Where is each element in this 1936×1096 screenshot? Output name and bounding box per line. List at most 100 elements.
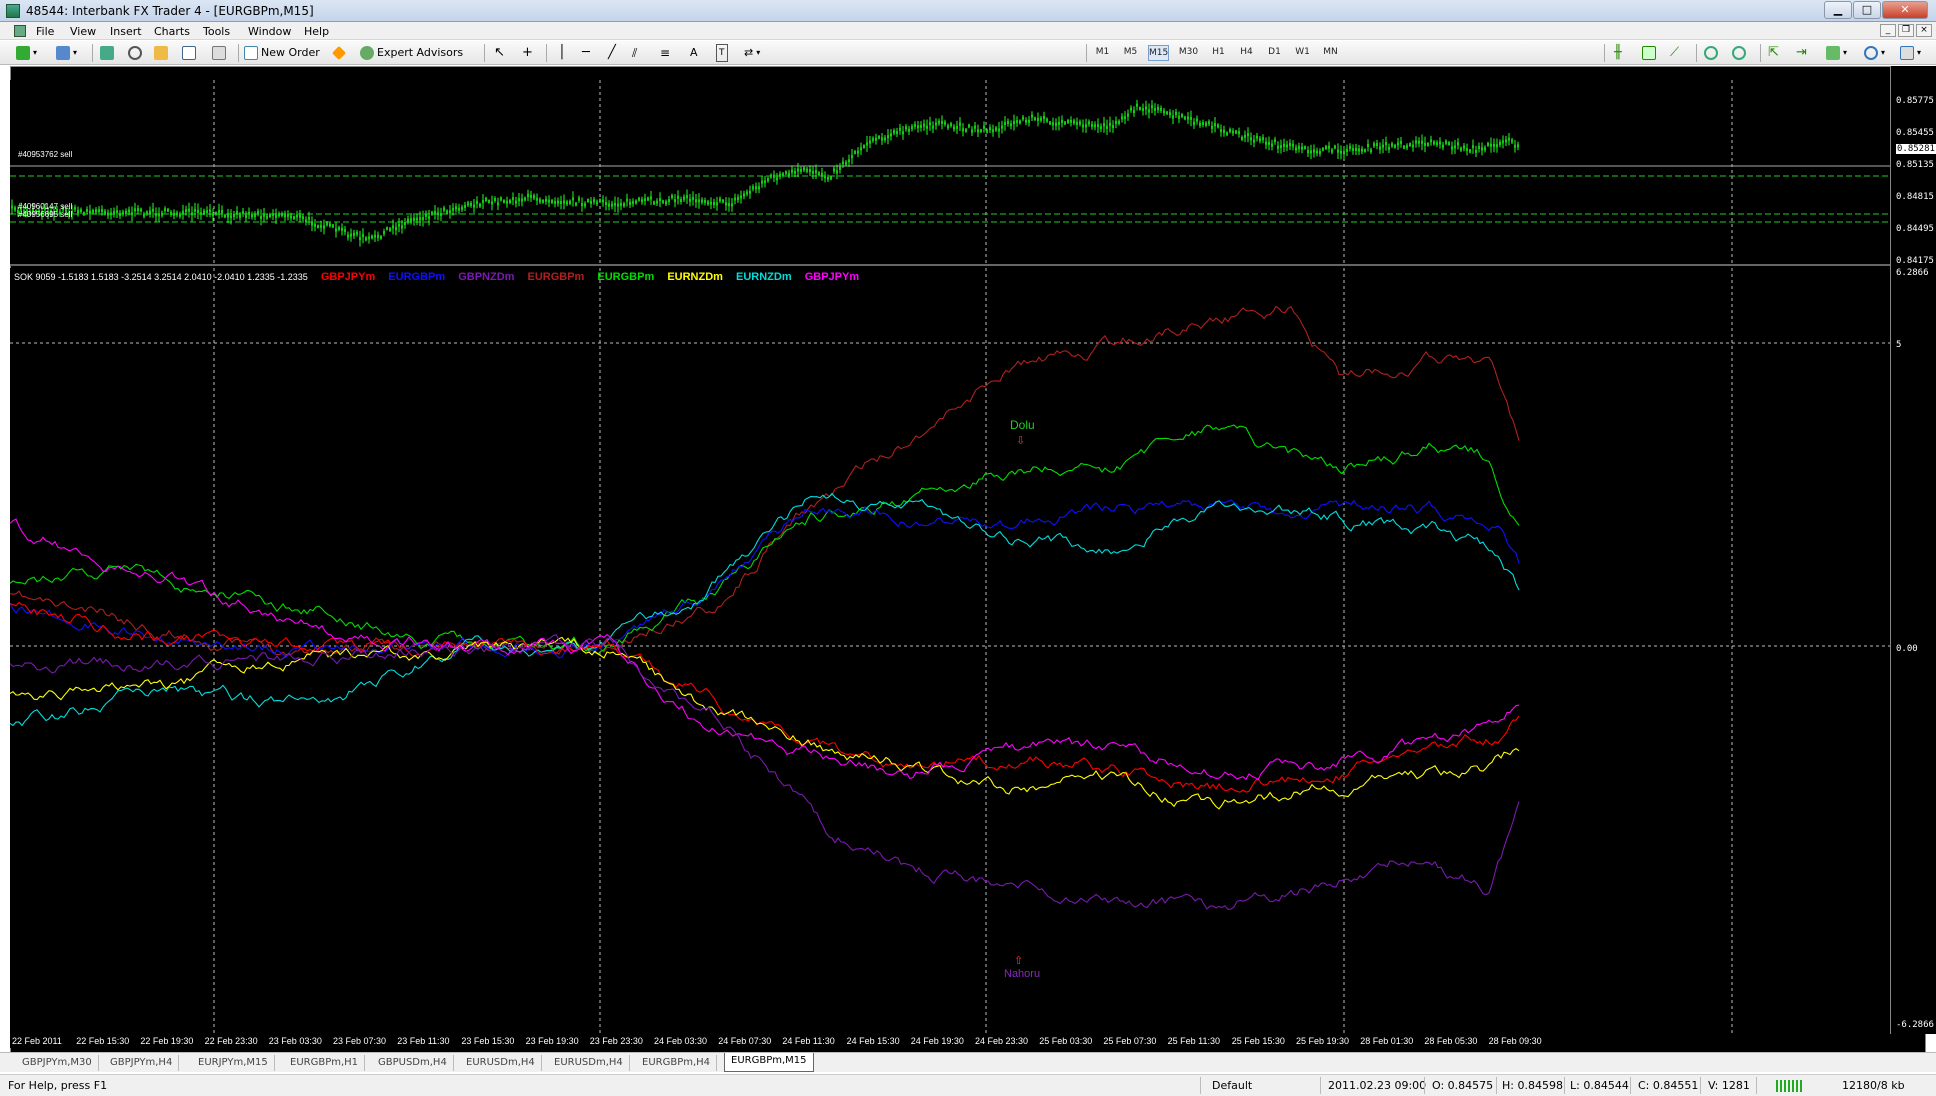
- cursor-tool[interactable]: ↖: [494, 44, 505, 62]
- profiles-button[interactable]: ▾: [56, 44, 77, 62]
- candle-body: [1427, 142, 1429, 146]
- chart-tab-active[interactable]: EURGBPm,M15: [724, 1053, 814, 1072]
- zoom-out-button[interactable]: [1732, 44, 1746, 62]
- new-order-button[interactable]: New Order: [244, 44, 320, 62]
- candle-body: [107, 212, 109, 216]
- title-bar: 48544: Interbank FX Trader 4 - [EURGBPm,…: [0, 0, 1936, 22]
- close-button[interactable]: ✕: [1882, 1, 1928, 19]
- market-watch-button[interactable]: [100, 44, 114, 62]
- price-tick: 0.85455: [1896, 128, 1934, 138]
- menu-charts[interactable]: Charts: [154, 25, 190, 38]
- candle-body: [1421, 140, 1423, 144]
- candle-body: [545, 198, 547, 202]
- candle-body: [1268, 141, 1270, 145]
- trendline-tool[interactable]: ╱: [608, 44, 616, 62]
- zoom-in-button[interactable]: [1704, 44, 1718, 62]
- candle-body: [1079, 121, 1081, 125]
- menu-window[interactable]: Window: [248, 25, 291, 38]
- expert-advisors-button[interactable]: Expert Advisors: [360, 44, 463, 62]
- candle-body: [1100, 126, 1102, 130]
- tf-mn[interactable]: MN: [1320, 45, 1341, 61]
- candle-body: [320, 224, 322, 228]
- indicators-button[interactable]: ▾: [1826, 44, 1847, 62]
- menu-tools[interactable]: Tools: [203, 25, 230, 38]
- new-chart-button[interactable]: ▾: [16, 44, 37, 62]
- menu-file[interactable]: File: [36, 25, 54, 38]
- candle-body: [1505, 139, 1507, 143]
- chart-tab[interactable]: GBPJPYm,M30: [16, 1055, 99, 1071]
- autoscroll-button[interactable]: ⇱: [1768, 44, 1779, 62]
- tf-m1[interactable]: M1: [1092, 45, 1113, 61]
- horizontal-line-tool[interactable]: ─: [582, 44, 590, 62]
- tf-w1[interactable]: W1: [1292, 45, 1313, 61]
- time-tick: 25 Feb 19:30: [1296, 1036, 1350, 1046]
- candle-body: [494, 198, 496, 202]
- candlestick-button[interactable]: [1642, 44, 1656, 62]
- chart-tab[interactable]: EURGBPm,H4: [636, 1055, 718, 1071]
- candle-body: [314, 223, 316, 227]
- candle-body: [593, 199, 595, 203]
- candle-body: [308, 216, 310, 220]
- chart-tab[interactable]: EURJPYm,M15: [192, 1055, 275, 1071]
- candle-body: [983, 125, 985, 129]
- legend-item: EURGBPm: [597, 271, 655, 283]
- text-tool[interactable]: A: [690, 44, 698, 62]
- chart-tab[interactable]: GBPJPYm,H4: [104, 1055, 180, 1071]
- chart-shift-button[interactable]: ⇥: [1796, 44, 1807, 62]
- mdi-minimize-button[interactable]: _: [1880, 24, 1896, 37]
- candle-body: [953, 126, 955, 130]
- price-chart[interactable]: [10, 80, 1890, 266]
- candle-body: [1043, 116, 1045, 120]
- chart-tab[interactable]: GBPUSDm,H4: [372, 1055, 454, 1071]
- candle-body: [563, 200, 565, 204]
- mdi-close-button[interactable]: ×: [1916, 24, 1932, 37]
- legend-item: GBPNZDm: [458, 271, 515, 283]
- strategy-tester-button[interactable]: [212, 44, 226, 62]
- periods-button[interactable]: ▾: [1864, 44, 1885, 62]
- bar-high: H: 0.84598: [1502, 1079, 1563, 1092]
- metaeditor-button[interactable]: [331, 44, 347, 62]
- tf-m30[interactable]: M30: [1178, 45, 1199, 61]
- menu-view[interactable]: View: [70, 25, 96, 38]
- tf-m5[interactable]: M5: [1120, 45, 1141, 61]
- tf-h1[interactable]: H1: [1208, 45, 1229, 61]
- text-label-tool[interactable]: T: [716, 44, 728, 62]
- candle-body: [1160, 107, 1162, 111]
- navigator-button[interactable]: [154, 44, 168, 62]
- traffic-text: 12180/8 kb: [1842, 1079, 1905, 1092]
- candle-body: [101, 209, 103, 213]
- order-label-3: #40956695 sell: [18, 210, 73, 219]
- candle-body: [947, 125, 949, 129]
- channel-tool[interactable]: ⫽: [632, 44, 637, 62]
- arrows-tool[interactable]: ⇄ ▾: [744, 44, 760, 62]
- line-chart-button[interactable]: ⟋: [1670, 44, 1679, 62]
- fibonacci-tool[interactable]: ≡: [660, 44, 670, 62]
- tf-h4[interactable]: H4: [1236, 45, 1257, 61]
- vertical-line-tool[interactable]: │: [558, 44, 566, 62]
- bar-chart-button[interactable]: ╫: [1614, 44, 1622, 62]
- mdi-restore-button[interactable]: ❐: [1898, 24, 1914, 37]
- candle-body: [95, 209, 97, 213]
- maximize-button[interactable]: □: [1853, 1, 1881, 19]
- crosshair-tool[interactable]: +: [522, 44, 533, 62]
- terminal-button[interactable]: [182, 44, 196, 62]
- candle-body: [782, 173, 784, 177]
- tf-m15[interactable]: M15: [1148, 45, 1169, 61]
- time-tick: 23 Feb 11:30: [397, 1036, 450, 1046]
- menu-insert[interactable]: Insert: [110, 25, 142, 38]
- candle-body: [1091, 123, 1093, 127]
- candle-body: [872, 138, 874, 142]
- templates-button[interactable]: ▾: [1900, 44, 1921, 62]
- chart-tab[interactable]: EURUSDm,H4: [548, 1055, 630, 1071]
- toolbar: ▾ ▾ New Order Expert Advisors ↖ + │ ─ ╱ …: [0, 41, 1936, 65]
- chart-tab[interactable]: EURGBPm,H1: [284, 1055, 366, 1071]
- candle-body: [335, 228, 337, 232]
- minimize-button[interactable]: ▁: [1824, 1, 1852, 19]
- indicator-pane[interactable]: [10, 268, 1890, 1034]
- candle-body: [665, 201, 667, 205]
- tf-d1[interactable]: D1: [1264, 45, 1285, 61]
- candle-body: [83, 212, 85, 216]
- data-window-button[interactable]: [128, 44, 142, 62]
- chart-tab[interactable]: EURUSDm,H4: [460, 1055, 542, 1071]
- menu-help[interactable]: Help: [304, 25, 329, 38]
